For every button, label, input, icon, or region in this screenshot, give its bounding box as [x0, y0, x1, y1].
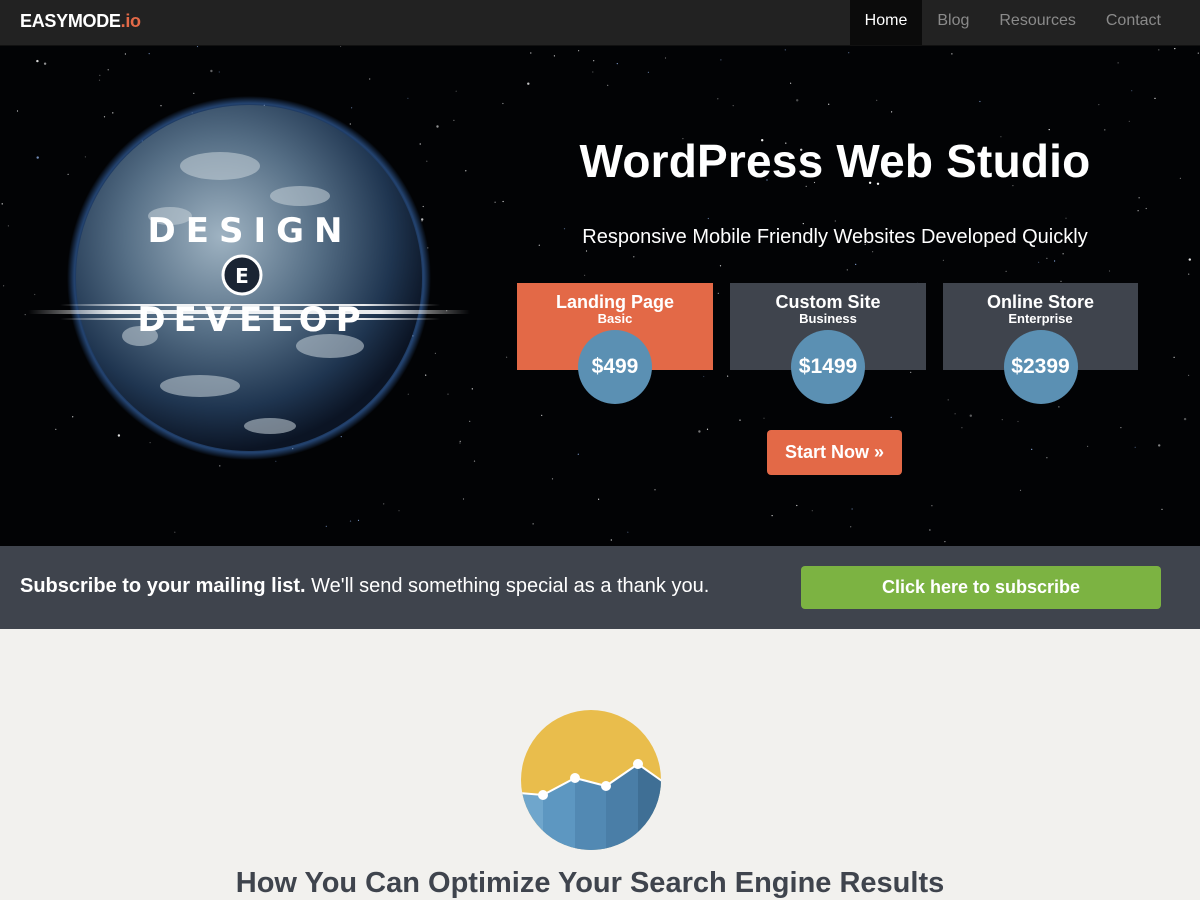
content-section: How You Can Optimize Your Search Engine …: [0, 629, 1200, 900]
subscribe-button[interactable]: Click here to subscribe: [801, 566, 1161, 609]
plan-card-landing-page[interactable]: Landing Page Basic $499: [517, 283, 713, 404]
plan-tier: Basic: [597, 311, 633, 326]
plan-tier: Enterprise: [1008, 311, 1073, 326]
nav-contact[interactable]: Contact: [1091, 0, 1176, 45]
logo-develop-text: DEVELOP: [137, 300, 368, 340]
plan-name: Custom Site: [775, 292, 881, 312]
hero-title: WordPress Web Studio: [579, 135, 1091, 187]
nav-resources[interactable]: Resources: [984, 0, 1090, 45]
brand-logo[interactable]: EASYMODE.io: [20, 11, 141, 32]
design-develop-planet-logo: DESIGN E DEVELOP: [28, 96, 470, 460]
plan-name: Online Store: [986, 292, 1094, 312]
seo-chart-icon: [521, 710, 661, 850]
logo-e-emblem: E: [235, 264, 249, 288]
plan-name: Landing Page: [555, 292, 674, 312]
hero-section: DESIGN E DEVELOP WordPress Web Studio Re…: [0, 46, 1200, 546]
subscribe-bold-text: Subscribe to your mailing list.: [20, 575, 306, 597]
plan-card-online-store[interactable]: Online Store Enterprise $2399: [943, 283, 1138, 404]
plan-price: $1499: [791, 330, 865, 404]
plan-card-custom-site[interactable]: Custom Site Business $1499: [730, 283, 926, 404]
main-nav: Home Blog Resources Contact: [849, 0, 1176, 45]
brand-name: EASYMODE: [20, 11, 121, 31]
section-heading: How You Can Optimize Your Search Engine …: [235, 867, 945, 899]
nav-blog[interactable]: Blog: [922, 0, 984, 45]
plan-tier: Business: [799, 311, 857, 326]
plan-price: $499: [578, 330, 652, 404]
start-now-button[interactable]: Start Now »: [767, 430, 902, 475]
nav-home[interactable]: Home: [849, 0, 923, 45]
hero-subtitle: Responsive Mobile Friendly Websites Deve…: [582, 226, 1088, 248]
subscribe-text: We'll send something special as a thank …: [305, 575, 710, 597]
top-navbar: EASYMODE.io Home Blog Resources Contact: [0, 0, 1200, 46]
subscribe-message: Subscribe to your mailing list. We'll se…: [20, 575, 709, 598]
logo-design-text: DESIGN: [148, 211, 353, 251]
subscribe-bar: Subscribe to your mailing list. We'll se…: [0, 546, 1200, 629]
plan-price: $2399: [1003, 330, 1078, 404]
brand-tld: .io: [120, 11, 141, 31]
